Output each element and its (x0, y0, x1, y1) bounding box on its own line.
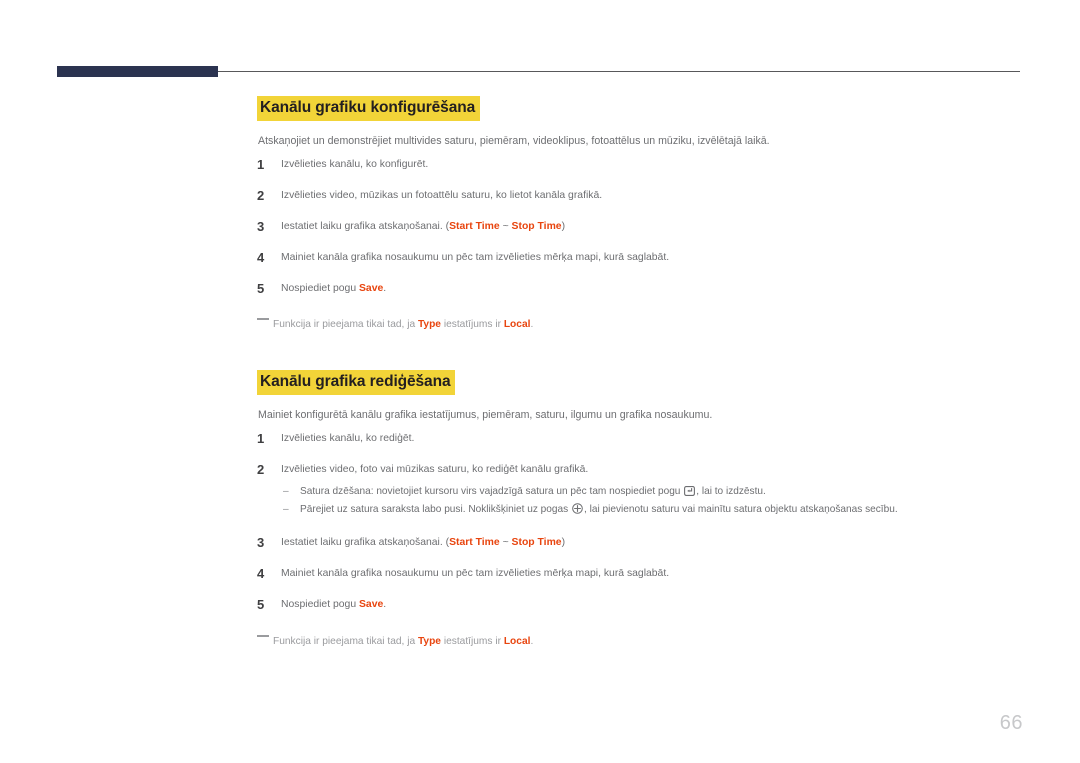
note-text-after: . (530, 318, 534, 330)
sub-bullet-dash: – (283, 503, 289, 515)
section-configure-channel-schedule: Kanālu grafiku konfigurēšana Atskaņojiet… (257, 96, 1020, 332)
ui-term-local: Local (503, 318, 531, 330)
step-text: Iestatiet laiku grafika atskaņošanai. ( (281, 220, 450, 232)
header-accent-bar (57, 66, 218, 77)
step-number: 3 (257, 535, 265, 551)
section-note: Funkcija ir pieejama tikai tad, ja Type … (257, 317, 1020, 332)
step-number: 3 (257, 218, 265, 234)
ui-term-save: Save (359, 599, 384, 611)
step-number: 4 (257, 566, 265, 582)
ui-term-stop-time: Stop Time (511, 220, 562, 232)
ui-term-start-time: Start Time (449, 537, 500, 549)
section-edit-channel-schedule: Kanālu grafika rediģēšana Mainiet konfig… (257, 370, 1020, 649)
steps-list: 1 Izvēlieties kanālu, ko rediģēt. 2 Izvē… (257, 431, 1020, 613)
steps-list: 1 Izvēlieties kanālu, ko konfigurēt. 2 I… (257, 156, 1020, 296)
step-item: 1 Izvēlieties kanālu, ko rediģēt. (257, 431, 1020, 447)
section-heading: Kanālu grafiku konfigurēšana (257, 96, 481, 121)
note-text: Funkcija ir pieejama tikai tad, ja (273, 318, 418, 330)
step-text: Mainiet kanāla grafika nosaukumu un pēc … (281, 251, 670, 263)
step-number: 1 (257, 431, 265, 447)
ui-term-local: Local (503, 635, 531, 647)
enter-key-icon (684, 486, 696, 502)
step-number: 1 (257, 156, 265, 172)
page-header-rule (57, 66, 1020, 78)
page-content: Kanālu grafiku konfigurēšana Atskaņojiet… (257, 96, 1020, 659)
step-item: 3 Iestatiet laiku grafika atskaņošanai. … (257, 535, 1020, 551)
step-text-mid: ~ (499, 220, 512, 232)
ui-term-type: Type (417, 635, 441, 647)
note-text: Funkcija ir pieejama tikai tad, ja (273, 635, 418, 647)
step-text: Izvēlieties video, mūzikas un fotoattēlu… (281, 189, 603, 201)
ui-term-start-time: Start Time (449, 220, 500, 232)
step-item: 2 Izvēlieties video, mūzikas un fotoattē… (257, 187, 1020, 203)
step-text-after: ) (561, 537, 566, 549)
ui-term-type: Type (417, 318, 441, 330)
step-item: 5 Nospiediet pogu Save. (257, 280, 1020, 296)
step-item: 4 Mainiet kanāla grafika nosaukumu un pē… (257, 249, 1020, 265)
sub-bullet-dash: – (283, 486, 289, 498)
step-text-after: . (383, 282, 387, 294)
step-item: 4 Mainiet kanāla grafika nosaukumu un pē… (257, 566, 1020, 582)
section-intro-text: Mainiet konfigurētā kanālu grafika iesta… (258, 409, 713, 422)
note-text-mid: iestatījums ir (440, 318, 504, 330)
sub-bullet-item: – Satura dzēšana: novietojiet kursoru vir… (281, 484, 1020, 502)
ui-term-save: Save (359, 282, 384, 294)
section-heading: Kanālu grafika rediģēšana (257, 370, 456, 396)
step-number: 4 (257, 249, 265, 265)
step-item: 5 Nospiediet pogu Save. (257, 597, 1020, 613)
step-text: Nospiediet pogu (281, 599, 359, 611)
note-text-after: . (530, 635, 534, 647)
step-text-mid: ~ (499, 537, 512, 549)
ui-term-stop-time: Stop Time (511, 537, 562, 549)
sub-bullet-text: Pārejiet uz satura saraksta labo pusi. N… (300, 503, 571, 515)
step-text: Mainiet kanāla grafika nosaukumu un pēc … (281, 568, 670, 580)
sub-bullet-text-after: , lai pievienotu saturu vai mainītu satu… (583, 503, 898, 515)
step-number: 5 (257, 597, 265, 613)
step-text: Izvēlieties kanālu, ko rediģēt. (281, 433, 415, 445)
sub-bullet-list: – Satura dzēšana: novietojiet kursoru vir… (281, 484, 1020, 519)
step-text-after: ) (561, 220, 566, 232)
section-note: Funkcija ir pieejama tikai tad, ja Type … (257, 634, 1020, 649)
note-text-mid: iestatījums ir (440, 635, 504, 647)
step-number: 2 (257, 187, 265, 203)
section-intro-text: Atskaņojiet un demonstrējiet multivides … (258, 134, 770, 147)
step-text: Nospiediet pogu (281, 282, 359, 294)
step-item: 3 Iestatiet laiku grafika atskaņošanai. … (257, 218, 1020, 234)
sub-bullet-item: – Pārejiet uz satura saraksta labo pusi. … (281, 502, 1020, 520)
sub-bullet-text: Satura dzēšana: novietojiet kursoru virs… (300, 486, 684, 498)
page-number: 66 (999, 712, 1023, 734)
step-text-after: . (383, 599, 387, 611)
plus-circle-icon (572, 502, 583, 520)
step-item: 1 Izvēlieties kanālu, ko konfigurēt. (257, 156, 1020, 172)
step-text: Izvēlieties kanālu, ko konfigurēt. (281, 158, 429, 170)
step-item: 2 Izvēlieties video, foto vai mūzikas sa… (257, 462, 1020, 519)
step-number: 2 (257, 462, 265, 478)
step-number: 5 (257, 280, 265, 296)
note-dash-icon (257, 317, 269, 320)
step-text: Izvēlieties video, foto vai mūzikas satu… (281, 464, 589, 476)
sub-bullet-text-after: , lai to izdzēstu. (696, 486, 766, 498)
note-dash-icon (257, 634, 269, 637)
step-text: Iestatiet laiku grafika atskaņošanai. ( (281, 537, 450, 549)
